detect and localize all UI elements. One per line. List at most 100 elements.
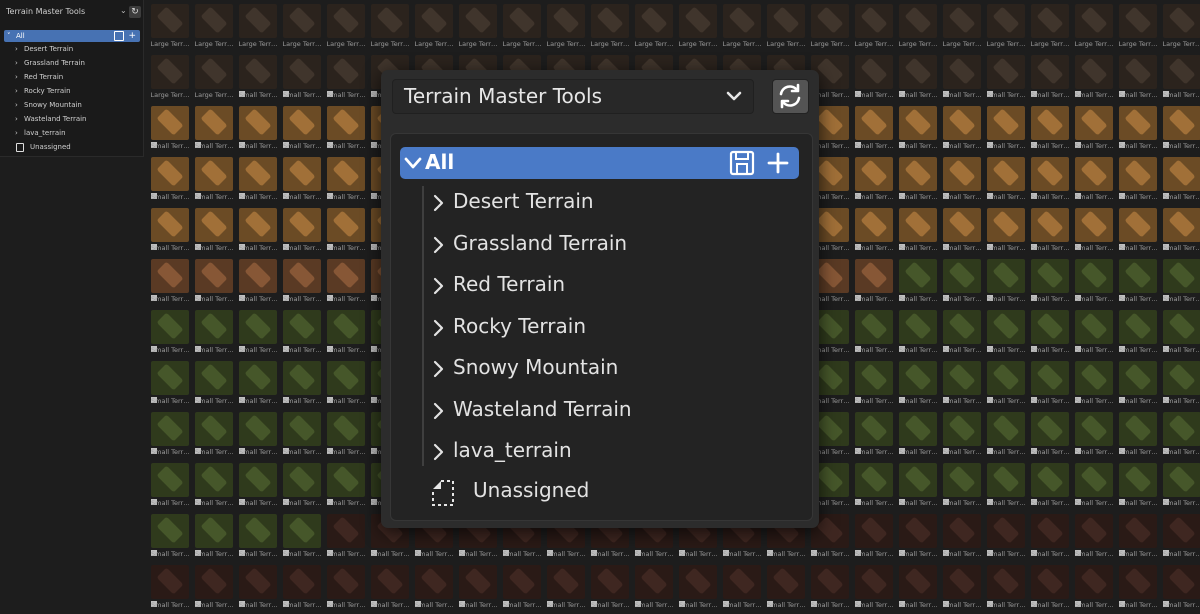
asset-thumbnail[interactable]: Small Terr…	[1160, 410, 1200, 461]
asset-thumbnail[interactable]: Small Terr…	[280, 206, 324, 257]
asset-thumbnail[interactable]: Large Terr…	[500, 2, 544, 53]
asset-thumbnail[interactable]: Small Terr…	[324, 359, 368, 410]
catalog-item-desert[interactable]: Desert Terrain	[431, 185, 791, 221]
sidebar-item-all[interactable]: ˅ All +	[4, 30, 140, 42]
asset-thumbnail[interactable]: Small Terr…	[1116, 257, 1160, 308]
asset-thumbnail[interactable]: Small Terr…	[280, 257, 324, 308]
asset-thumbnail[interactable]: Large Terr…	[280, 2, 324, 53]
chevron-right-icon[interactable]	[431, 194, 445, 212]
asset-thumbnail[interactable]: Large Terr…	[1028, 2, 1072, 53]
asset-thumbnail[interactable]: Small Terr…	[1028, 206, 1072, 257]
asset-thumbnail[interactable]: Large Terr…	[544, 2, 588, 53]
asset-thumbnail[interactable]: Small Terr…	[852, 410, 896, 461]
chevron-right-icon[interactable]	[431, 236, 445, 254]
asset-thumbnail[interactable]: Large Terr…	[1072, 2, 1116, 53]
asset-thumbnail[interactable]: Small Terr…	[1072, 512, 1116, 563]
asset-thumbnail[interactable]: Small Terr…	[896, 410, 940, 461]
asset-thumbnail[interactable]: Small Terr…	[1028, 359, 1072, 410]
asset-thumbnail[interactable]: Small Terr…	[940, 512, 984, 563]
asset-thumbnail[interactable]: Small Terr…	[324, 563, 368, 614]
asset-thumbnail[interactable]: Small Terr…	[1028, 410, 1072, 461]
asset-thumbnail[interactable]: Small Terr…	[896, 308, 940, 359]
sidebar-item-snowy[interactable]: › Snowy Mountain	[4, 98, 140, 112]
asset-thumbnail[interactable]: Small Terr…	[148, 308, 192, 359]
asset-thumbnail[interactable]: Small Terr…	[280, 410, 324, 461]
asset-thumbnail[interactable]: Large Terr…	[588, 2, 632, 53]
asset-thumbnail[interactable]: Small Terr…	[192, 206, 236, 257]
asset-thumbnail[interactable]: Small Terr…	[192, 563, 236, 614]
asset-thumbnail[interactable]: Small Terr…	[940, 155, 984, 206]
chevron-right-icon[interactable]: ›	[15, 112, 18, 126]
sidebar-item-grassland[interactable]: › Grassland Terrain	[4, 56, 140, 70]
asset-thumbnail[interactable]: Small Terr…	[148, 512, 192, 563]
library-select-dropdown[interactable]: Terrain Master Tools	[392, 79, 754, 114]
asset-thumbnail[interactable]: Small Terr…	[1160, 257, 1200, 308]
asset-thumbnail[interactable]: Small Terr…	[1160, 206, 1200, 257]
asset-thumbnail[interactable]: Large Terr…	[676, 2, 720, 53]
catalog-item-red[interactable]: Red Terrain	[431, 268, 791, 304]
chevron-right-icon[interactable]: ›	[15, 70, 18, 84]
asset-thumbnail[interactable]: Small Terr…	[236, 104, 280, 155]
asset-thumbnail[interactable]: Small Terr…	[324, 257, 368, 308]
asset-thumbnail[interactable]: Small Terr…	[1116, 563, 1160, 614]
catalog-item-rocky[interactable]: Rocky Terrain	[431, 310, 791, 346]
asset-thumbnail[interactable]: Small Terr…	[368, 563, 412, 614]
sidebar-item-wasteland[interactable]: › Wasteland Terrain	[4, 112, 140, 126]
plus-icon[interactable]: +	[128, 30, 136, 42]
asset-thumbnail[interactable]: Small Terr…	[1160, 104, 1200, 155]
asset-thumbnail[interactable]: Small Terr…	[588, 563, 632, 614]
asset-thumbnail[interactable]: Large Terr…	[456, 2, 500, 53]
asset-thumbnail[interactable]: Small Terr…	[984, 206, 1028, 257]
asset-thumbnail[interactable]: Large Terr…	[148, 53, 192, 104]
asset-thumbnail[interactable]: Small Terr…	[896, 53, 940, 104]
asset-thumbnail[interactable]: Small Terr…	[984, 410, 1028, 461]
asset-thumbnail[interactable]: Small Terr…	[852, 206, 896, 257]
asset-thumbnail[interactable]: Small Terr…	[896, 359, 940, 410]
asset-thumbnail[interactable]: Small Terr…	[1072, 53, 1116, 104]
asset-thumbnail[interactable]: Small Terr…	[896, 206, 940, 257]
asset-thumbnail[interactable]: Small Terr…	[984, 461, 1028, 512]
chevron-right-icon[interactable]: ›	[15, 98, 18, 112]
asset-thumbnail[interactable]: Small Terr…	[1116, 53, 1160, 104]
asset-thumbnail[interactable]: Small Terr…	[280, 104, 324, 155]
asset-thumbnail[interactable]: Small Terr…	[192, 410, 236, 461]
chevron-right-icon[interactable]: ›	[15, 42, 18, 56]
asset-thumbnail[interactable]: Small Terr…	[1028, 563, 1072, 614]
asset-thumbnail[interactable]: Small Terr…	[1160, 461, 1200, 512]
asset-thumbnail[interactable]: Small Terr…	[236, 53, 280, 104]
asset-thumbnail[interactable]: Small Terr…	[984, 104, 1028, 155]
asset-thumbnail[interactable]: Large Terr…	[324, 2, 368, 53]
asset-thumbnail[interactable]: Small Terr…	[720, 563, 764, 614]
asset-thumbnail[interactable]: Small Terr…	[808, 563, 852, 614]
asset-thumbnail[interactable]: Small Terr…	[280, 155, 324, 206]
sidebar-item-red[interactable]: › Red Terrain	[4, 70, 140, 84]
catalog-item-wasteland[interactable]: Wasteland Terrain	[431, 393, 791, 429]
asset-thumbnail[interactable]: Small Terr…	[148, 461, 192, 512]
asset-thumbnail[interactable]: Small Terr…	[984, 155, 1028, 206]
asset-thumbnail[interactable]: Small Terr…	[192, 512, 236, 563]
asset-thumbnail[interactable]: Small Terr…	[852, 155, 896, 206]
asset-thumbnail[interactable]: Small Terr…	[852, 563, 896, 614]
asset-thumbnail[interactable]: Small Terr…	[1116, 155, 1160, 206]
asset-thumbnail[interactable]: Small Terr…	[236, 155, 280, 206]
sidebar-item-desert[interactable]: › Desert Terrain	[4, 42, 140, 56]
asset-thumbnail[interactable]: Small Terr…	[1072, 563, 1116, 614]
asset-thumbnail[interactable]: Small Terr…	[1116, 308, 1160, 359]
catalog-item-unassigned[interactable]: Unassigned	[431, 474, 791, 510]
asset-thumbnail[interactable]: Small Terr…	[940, 359, 984, 410]
asset-thumbnail[interactable]: Small Terr…	[1072, 461, 1116, 512]
asset-thumbnail[interactable]: Small Terr…	[280, 359, 324, 410]
asset-thumbnail[interactable]: Small Terr…	[940, 410, 984, 461]
catalog-item-grassland[interactable]: Grassland Terrain	[431, 227, 791, 263]
asset-thumbnail[interactable]: Small Terr…	[940, 53, 984, 104]
catalog-item-snowy[interactable]: Snowy Mountain	[431, 351, 791, 387]
asset-thumbnail[interactable]: Small Terr…	[192, 461, 236, 512]
asset-thumbnail[interactable]: Large Terr…	[236, 2, 280, 53]
asset-thumbnail[interactable]: Small Terr…	[852, 104, 896, 155]
asset-thumbnail[interactable]: Large Terr…	[764, 2, 808, 53]
catalog-item-lava[interactable]: lava_terrain	[431, 434, 791, 470]
chevron-right-icon[interactable]	[431, 443, 445, 461]
asset-thumbnail[interactable]: Small Terr…	[324, 512, 368, 563]
chevron-down-icon[interactable]	[403, 153, 423, 173]
asset-thumbnail[interactable]: Large Terr…	[940, 2, 984, 53]
